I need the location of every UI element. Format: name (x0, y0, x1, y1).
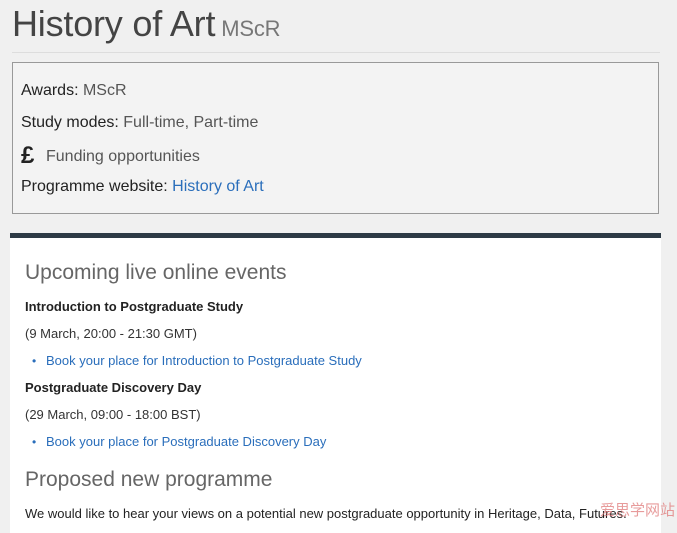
proposed-heading: Proposed new programme (25, 468, 273, 491)
bullet-icon: • (32, 435, 37, 449)
study-modes-label: Study modes: (21, 114, 119, 131)
book-intro-link[interactable]: Book your place for Introduction to Post… (46, 353, 362, 368)
programme-info-box: Awards: MScR Study modes: Full-time, Par… (12, 62, 659, 214)
awards-value: MScR (82, 82, 127, 99)
page-header: History of Art MScR (12, 0, 660, 53)
list-item: • Book your place for Postgraduate Discov… (32, 434, 326, 449)
event-date: (29 March, 09:00 - 18:00 BST) (25, 407, 201, 422)
events-panel: Upcoming live online events Introduction… (10, 233, 661, 533)
event-title: Introduction to Postgraduate Study (25, 299, 244, 314)
study-modes-row: Study modes: Full-time, Part-time (21, 114, 258, 132)
event-title: Postgraduate Discovery Day (25, 380, 202, 395)
funding-label[interactable]: Funding opportunities (46, 148, 200, 165)
award-badge: MScR (221, 16, 281, 41)
funding-row[interactable]: £ Funding opportunities (21, 142, 200, 170)
events-heading: Upcoming live online events (25, 261, 287, 284)
pound-icon: £ (21, 142, 35, 169)
proposed-text: We would like to hear your views on a po… (25, 506, 627, 521)
watermark: 爱思学网站 (599, 502, 675, 519)
study-modes-value: Full-time, Part-time (123, 114, 259, 131)
website-label: Programme website: (21, 178, 168, 195)
awards-row: Awards: MScR (21, 82, 127, 100)
website-row: Programme website: History of Art (21, 178, 264, 196)
event-date: (9 March, 20:00 - 21:30 GMT) (25, 326, 197, 341)
bullet-icon: • (32, 354, 37, 368)
page-title-text: History of Art (12, 3, 216, 44)
list-item: • Book your place for Introduction to Pos… (32, 353, 362, 368)
page-title: History of Art MScR (12, 3, 281, 45)
programme-website-link[interactable]: History of Art (172, 178, 264, 195)
book-discovery-link[interactable]: Book your place for Postgraduate Discove… (46, 434, 326, 449)
awards-label: Awards: (21, 82, 79, 99)
